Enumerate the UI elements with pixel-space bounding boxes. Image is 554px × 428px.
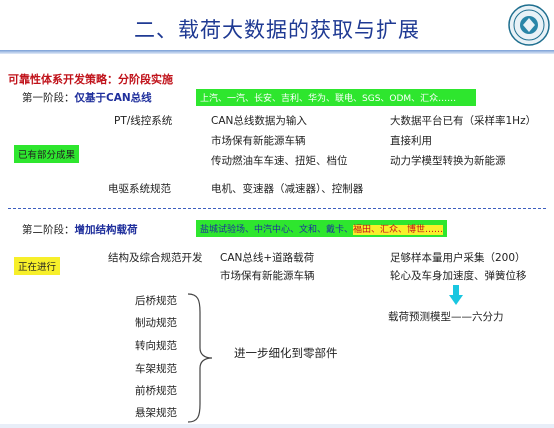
strategy-heading: 可靠性体系开发策略：分阶段实施 [8, 73, 173, 86]
section-divider [8, 208, 546, 209]
stage1-row2-mid: 市场保有新能源车辆 [211, 135, 306, 147]
stage1-status-badge: 已有部分成果 [14, 145, 80, 163]
spec-suspension: 悬架规范 [135, 407, 177, 419]
stage2-companies-blue: 盐城试验场、中汽中心、文和、戴卡、 [200, 225, 354, 235]
stage1-row1-left: PT/线控系统 [114, 115, 173, 127]
stage2-status-badge: 正在进行 [14, 257, 61, 275]
curly-brace-icon [187, 293, 213, 423]
spec-brake: 制动规范 [135, 317, 177, 329]
stage2-row1-right: 足够样本量用户采集（200） [390, 252, 526, 264]
stage1-label-prefix: 第一阶段： [22, 92, 75, 104]
stage1-companies: 上汽、一汽、长安、吉利、华为、联电、SGS、ODM、汇众…… [196, 89, 476, 106]
stage1-row1-right: 大数据平台已有（采样率1Hz） [390, 115, 537, 127]
stage1-row3-mid: 传动燃油车车速、扭矩、档位 [211, 155, 348, 167]
university-seal-icon [508, 4, 550, 46]
stage1-label: 第一阶段：仅基于CAN总线 [22, 90, 152, 105]
stage2-row2-mid: 市场保有新能源车辆 [220, 270, 315, 282]
stage1-row2-right: 直接利用 [390, 135, 432, 147]
title-divider [0, 50, 554, 54]
footer-rule [0, 424, 554, 428]
stage2-label-main: 增加结构载荷 [74, 224, 138, 236]
down-arrow-icon [449, 285, 463, 305]
stage1-row4-mid: 电机、变速器（减速器）、控制器 [211, 183, 364, 195]
stage2-row1-mid: CAN总线+道路载荷 [220, 252, 315, 264]
spec-steering: 转向规范 [135, 340, 177, 352]
stage1-label-main: 仅基于CAN总线 [74, 92, 152, 104]
stage2-label: 第二阶段：增加结构载荷 [22, 222, 138, 237]
spec-frame: 车架规范 [135, 363, 177, 375]
stage1-row3-right: 动力学模型转换为新能源 [390, 155, 506, 167]
stage2-row1-left: 结构及综合规范开发 [108, 252, 203, 264]
stage1-row1-mid: CAN总线数据为输入 [211, 115, 307, 127]
slide-title: 二、载荷大数据的获取与扩展 [134, 18, 420, 42]
stage2-row2-right: 轮心及车身加速度、弹簧位移 [390, 270, 527, 282]
stage1-row4-left: 电驱系统规范 [108, 183, 171, 195]
stage2-companies-red: 福田、汇众、博世…… [353, 225, 444, 235]
stage2-label-prefix: 第二阶段： [22, 224, 75, 236]
load-prediction-model: 载荷预测模型——六分力 [388, 311, 504, 323]
spec-front-axle: 前桥规范 [135, 385, 177, 397]
slide: 二、载荷大数据的获取与扩展 可靠性体系开发策略：分阶段实施 第一阶段：仅基于CA… [0, 0, 554, 428]
spec-rear-axle: 后桥规范 [135, 295, 177, 307]
brace-note: 进一步细化到零部件 [234, 346, 338, 360]
stage2-companies: 盐城试验场、中汽中心、文和、戴卡、福田、汇众、博世…… [196, 220, 448, 237]
